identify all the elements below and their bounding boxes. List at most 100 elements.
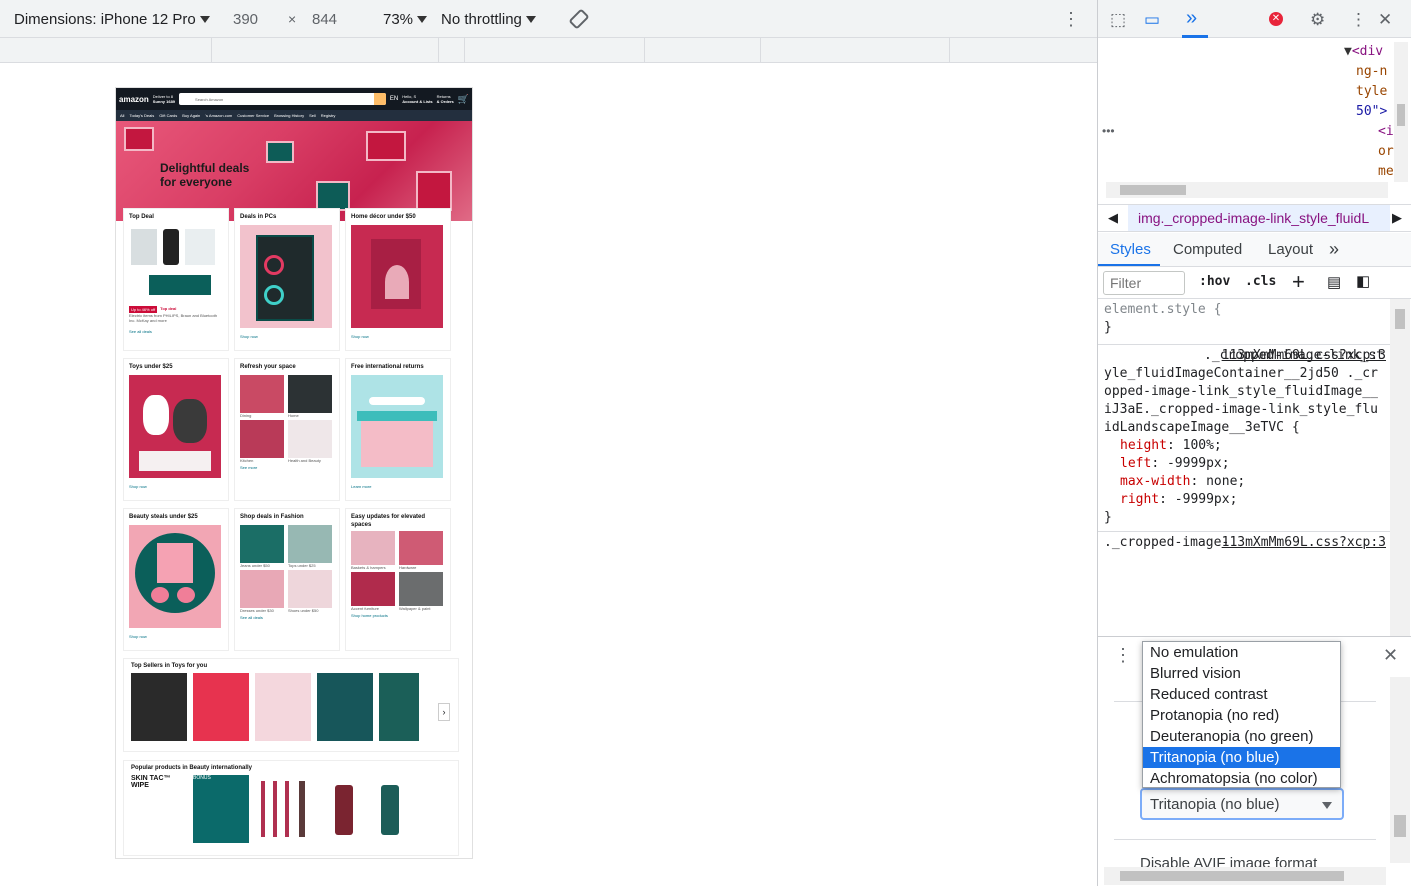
chevron-right-icon[interactable]: ▶ [1392, 210, 1402, 226]
more-options-icon[interactable]: ⋮ [1350, 10, 1367, 30]
breadcrumb-item[interactable]: img._cropped-image-link_style_fluidL [1138, 210, 1390, 226]
card-intl-returns[interactable]: Free international returns Learn more [345, 358, 451, 501]
sub-label[interactable]: Tops under $25 [288, 563, 332, 568]
css-property[interactable]: right: -9999px; [1104, 491, 1384, 509]
dom-line[interactable]: or [1344, 142, 1401, 162]
css-source-link[interactable]: 113mXmMm69L.css?xcp:3 [1222, 347, 1386, 365]
inspect-element-icon[interactable]: ⬚ [1110, 10, 1126, 30]
card-deals-pcs[interactable]: Deals in PCs Shop now [234, 208, 340, 351]
more-options-icon[interactable]: ⋮ [1062, 0, 1080, 38]
product-tile[interactable] [255, 775, 319, 843]
drawer-h-scrollbar[interactable] [1104, 867, 1386, 885]
hov-toggle[interactable]: :hov [1199, 274, 1230, 289]
amazon-search-input[interactable]: Search Amazon [179, 93, 386, 105]
nav-item[interactable]: Today's Deals [129, 113, 154, 118]
sub-label[interactable]: Accent furniture [351, 606, 395, 611]
add-rule-icon[interactable]: + [1292, 269, 1305, 295]
product-tile[interactable] [325, 775, 365, 843]
sub-label[interactable]: Home [288, 413, 332, 418]
chevron-left-icon[interactable]: ◀ [1108, 210, 1118, 226]
height-input[interactable]: 844 [312, 0, 337, 38]
product-tile[interactable]: SKIN TAC™ WIPE [131, 775, 187, 843]
card-refresh-space[interactable]: Refresh your space Dining Home Kitchen H… [234, 358, 340, 501]
sub-label[interactable]: Jeans under $50 [240, 563, 284, 568]
account-lists[interactable]: Hello, S Account & Lists [402, 94, 432, 104]
dom-line[interactable]: ng-n [1344, 62, 1401, 82]
vision-option[interactable]: Blurred vision [1143, 663, 1340, 684]
styles-scrollbar[interactable] [1390, 299, 1410, 636]
zoom-dropdown[interactable]: 73% [383, 0, 428, 38]
card-link[interactable]: Shop now [240, 334, 334, 339]
chevron-right-icon[interactable]: › [438, 703, 450, 721]
sub-label[interactable]: Dining [240, 413, 284, 418]
language-selector[interactable]: EN [390, 96, 398, 102]
card-link[interactable]: Shop now [129, 634, 223, 639]
card-link[interactable]: See more [240, 465, 334, 470]
card-top-deal[interactable]: Top Deal Up to 46% off Top deal Electric… [123, 208, 229, 351]
nav-item[interactable]: Gift Cards [159, 113, 177, 118]
tab-computed[interactable]: Computed [1173, 233, 1242, 266]
css-property[interactable]: left: -9999px; [1104, 455, 1384, 473]
dom-line[interactable]: <div [1352, 44, 1383, 59]
hero-banner[interactable]: Delightful deals for everyone [116, 121, 472, 221]
amazon-logo[interactable]: amazon [119, 95, 149, 104]
product-tile[interactable] [193, 673, 249, 741]
deliver-to[interactable]: Deliver to 8 Sunny 1689 [153, 94, 175, 104]
rotate-icon[interactable] [568, 0, 590, 38]
card-toys[interactable]: Toys under $25 Shop now [123, 358, 229, 501]
nav-item[interactable]: Sell [309, 113, 316, 118]
vision-option[interactable]: No emulation [1143, 642, 1340, 663]
dom-h-scrollbar[interactable] [1106, 182, 1388, 198]
sub-label[interactable]: Dresses under $30 [240, 608, 284, 613]
ellipsis-icon[interactable]: ••• [1102, 124, 1115, 138]
more-tabs-icon[interactable]: » [1329, 233, 1339, 266]
dom-line[interactable]: <ir [1344, 122, 1401, 142]
vision-option-selected[interactable]: Tritanopia (no blue) [1143, 747, 1340, 768]
card-link[interactable]: Shop now [129, 484, 223, 489]
nav-item[interactable]: Registry [321, 113, 336, 118]
css-rule[interactable]: 113mXmMm69L.css?xcp:3 ._cropped-image-li… [1098, 345, 1390, 532]
returns-orders[interactable]: Returns & Orders [437, 94, 454, 104]
cls-toggle[interactable]: .cls [1245, 274, 1276, 289]
css-property[interactable]: height: 100%; [1104, 437, 1384, 455]
paint-brush-icon[interactable]: ▤ [1327, 273, 1341, 291]
nav-item[interactable]: Customer Service [237, 113, 269, 118]
css-rule[interactable]: 113mXmMm69L.css?xcp:3 ._cropped-image- [1098, 532, 1390, 556]
product-tile[interactable] [317, 673, 373, 741]
tab-layout[interactable]: Layout [1268, 233, 1313, 266]
product-tile[interactable] [131, 673, 187, 741]
css-source-link[interactable]: 113mXmMm69L.css?xcp:3 [1222, 534, 1386, 552]
card-elevated-spaces[interactable]: Easy updates for elevated spaces Baskets… [345, 508, 451, 651]
card-home-decor[interactable]: Home décor under $50 Shop now [345, 208, 451, 351]
sub-label[interactable]: Baskets & hampers [351, 565, 395, 570]
product-tile[interactable]: BONUS [193, 775, 249, 843]
sub-label[interactable]: Hardware [399, 565, 443, 570]
dom-line[interactable]: 50"> [1344, 102, 1401, 122]
nav-item[interactable]: 's Amazon.com [205, 113, 232, 118]
width-input[interactable]: 390 [233, 0, 258, 38]
nav-item[interactable]: Browsing History [274, 113, 304, 118]
filter-input[interactable] [1103, 271, 1185, 295]
card-beauty[interactable]: Beauty steals under $25 Shop now [123, 508, 229, 651]
vision-deficiency-select[interactable]: Tritanopia (no blue) [1140, 788, 1344, 820]
product-tile[interactable] [371, 775, 411, 843]
vision-option[interactable]: Deuteranopia (no green) [1143, 726, 1340, 747]
card-link[interactable]: Learn more [351, 484, 445, 489]
card-link[interactable]: See all deals [240, 615, 334, 620]
more-tabs-icon[interactable]: » [1186, 7, 1197, 30]
sub-label[interactable]: Shoes under $50 [288, 608, 332, 613]
sub-label[interactable]: Kitchen [240, 458, 284, 463]
vision-option[interactable]: Achromatopsia (no color) [1143, 768, 1340, 789]
cart-icon[interactable]: 🛒 [458, 94, 469, 105]
card-fashion[interactable]: Shop deals in Fashion Jeans under $50 To… [234, 508, 340, 651]
gear-icon[interactable]: ⚙ [1310, 10, 1325, 30]
more-options-icon[interactable]: ⋮ [1114, 645, 1132, 666]
nav-item[interactable]: Buy Again [182, 113, 200, 118]
drawer-scrollbar[interactable] [1390, 677, 1410, 863]
product-tile[interactable] [379, 673, 419, 741]
search-icon[interactable] [373, 93, 386, 105]
error-icon[interactable]: ✕ [1269, 12, 1283, 26]
dom-line[interactable]: mec [1344, 162, 1401, 182]
sub-label[interactable]: Wallpaper & paint [399, 606, 443, 611]
card-link[interactable]: Shop now [351, 334, 445, 339]
